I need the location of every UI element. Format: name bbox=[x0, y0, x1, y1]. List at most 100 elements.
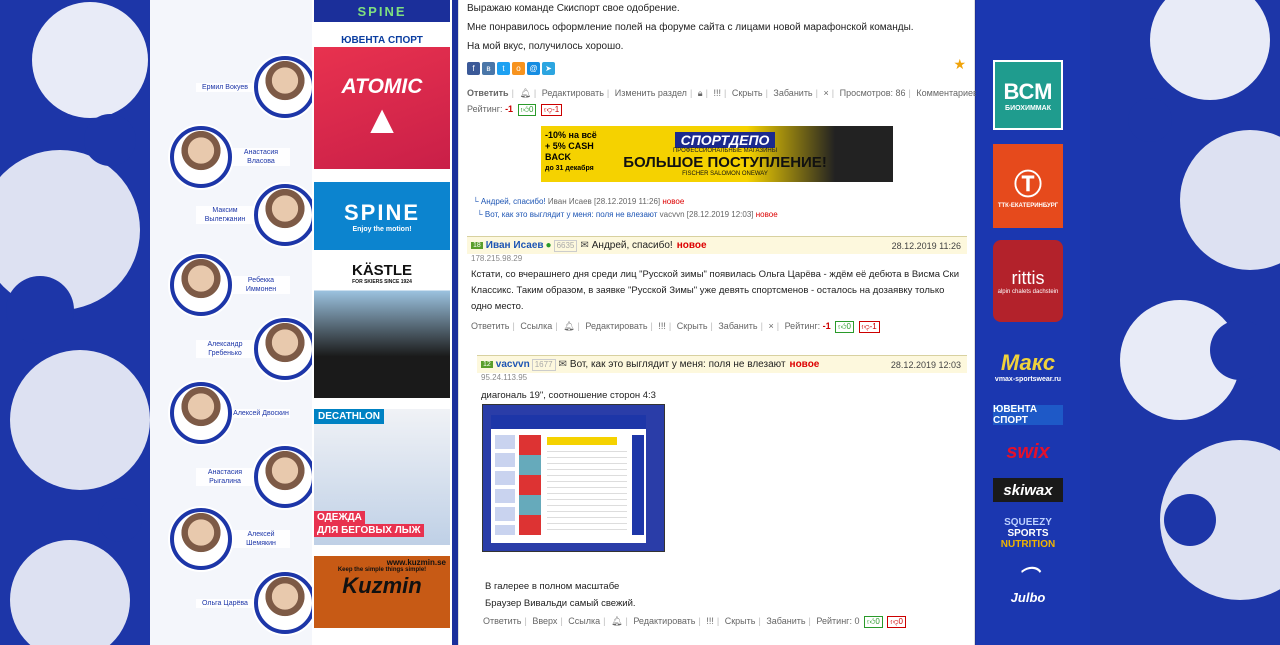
reply-link[interactable]: Ответить bbox=[471, 321, 509, 331]
atomic-logo-icon: ▲ bbox=[362, 98, 402, 142]
ad-atomic[interactable]: ATOMIC ▲ bbox=[314, 47, 450, 169]
banner-promo: -10% на всё + 5% CASH BACK до 31 декабря bbox=[541, 126, 615, 182]
ban-link[interactable]: Забанить bbox=[766, 616, 805, 626]
delete-link[interactable]: × bbox=[824, 88, 829, 98]
link-link[interactable]: Ссылка bbox=[520, 321, 552, 331]
sponsor-skiwax[interactable]: skiwax bbox=[993, 478, 1063, 502]
rating-minus-button[interactable]: 👎︎-1 bbox=[540, 104, 563, 116]
post-line: Выражаю команде Скиспорт свое одобрение. bbox=[467, 3, 680, 14]
athlete-photo bbox=[254, 184, 312, 246]
rating-value: -1 bbox=[505, 104, 514, 114]
bell-icon[interactable]: 🔔︎ bbox=[519, 88, 530, 98]
athlete-card[interactable]: Александр Гребенько bbox=[196, 318, 312, 380]
rating-plus-count: 0 bbox=[528, 105, 534, 114]
favorite-star-icon[interactable]: ★ bbox=[953, 56, 966, 73]
attached-screenshot[interactable] bbox=[482, 404, 665, 552]
twitter-share-icon[interactable]: t bbox=[497, 62, 510, 75]
report-link[interactable]: !!! bbox=[713, 88, 721, 98]
ad-decathlon[interactable]: DECATHLON ОДЕЖДА ДЛЯ БЕГОВЫХ ЛЫЖ bbox=[314, 409, 450, 545]
ad-decathlon-label: DECATHLON bbox=[314, 409, 385, 424]
banner-logo: СПОРТДЕПО bbox=[674, 131, 776, 148]
sponsor-squeezy[interactable]: SQUEEZY SPORTS NUTRITION bbox=[993, 515, 1063, 551]
athlete-photo bbox=[254, 572, 312, 634]
tree-item-title[interactable]: Вот, как это выглядит у меня: поля не вл… bbox=[485, 210, 658, 219]
ad-kastle[interactable]: KÄSTLE FOR SKIERS SINCE 1924 bbox=[314, 260, 450, 398]
vk-share-icon[interactable]: в bbox=[482, 62, 495, 75]
comment-author[interactable]: vacvvn bbox=[496, 359, 530, 370]
sponsors-column: ВСМ БИОХИММАК Ⓣ ТТК-ЕКАТЕРИНБУРГ rittis … bbox=[976, 0, 1090, 645]
hide-link[interactable]: Скрыть bbox=[725, 616, 756, 626]
sponsor-vmax[interactable]: Макс vmax-sportswear.ru bbox=[993, 338, 1063, 394]
tree-item-title[interactable]: Андрей, спасибо! bbox=[481, 197, 546, 206]
athlete-card[interactable]: Ермил Вокуев bbox=[196, 56, 312, 118]
reply-link[interactable]: Ответить bbox=[483, 616, 521, 626]
athlete-card[interactable]: Алексей Шемякин bbox=[170, 508, 290, 570]
comment-date: 28.12.2019 11:26 bbox=[891, 240, 961, 251]
lock-icon[interactable]: 🔒︎ bbox=[698, 88, 703, 98]
change-section-link[interactable]: Изменить раздел bbox=[615, 88, 687, 98]
rating-minus-count: -1 bbox=[869, 322, 877, 331]
sponsor-bcm[interactable]: ВСМ БИОХИММАК bbox=[993, 60, 1063, 130]
mailru-share-icon[interactable]: @ bbox=[527, 62, 540, 75]
comment-actions: Ответить | Вверх | Ссылка | 🔔︎ | Редактирова… bbox=[483, 616, 906, 628]
tree-item[interactable]: └ Андрей, спасибо! Иван Исаев [28.12.201… bbox=[473, 195, 778, 208]
athlete-card[interactable]: Анастасия Власова bbox=[170, 126, 290, 188]
edit-link[interactable]: Редактировать bbox=[585, 321, 647, 331]
odnoklassniki-share-icon[interactable]: о bbox=[512, 62, 525, 75]
folk-ornament bbox=[1120, 0, 1280, 600]
comment-body-line: Браузер Вивальди самый свежий. bbox=[485, 598, 636, 609]
athlete-name: Максим Вылегжанин bbox=[196, 206, 254, 224]
athlete-card[interactable]: Алексей Двоскин bbox=[170, 382, 290, 444]
telegram-share-icon[interactable]: ➤ bbox=[542, 62, 555, 75]
ad-spine-top[interactable]: SPINE bbox=[314, 0, 450, 22]
sponsor-julbo[interactable]: ⌒ Julbo bbox=[993, 564, 1063, 605]
hide-link[interactable]: Скрыть bbox=[732, 88, 763, 98]
sponsor-rittis[interactable]: rittis alpin chalets dachstein bbox=[993, 240, 1063, 322]
edit-link[interactable]: Редактировать bbox=[633, 616, 695, 626]
tree-item[interactable]: └ Вот, как это выглядит у меня: поля не … bbox=[473, 208, 778, 221]
facebook-share-icon[interactable]: f bbox=[467, 62, 480, 75]
mail-icon[interactable]: ✉ bbox=[580, 240, 588, 251]
ad-spine-top-label: SPINE bbox=[357, 3, 407, 19]
share-buttons: f в t о @ ➤ bbox=[467, 62, 974, 75]
athlete-card[interactable]: Ребекка Иммонен bbox=[170, 254, 290, 316]
comment2-footer-text: В галерее в полном масштабе Браузер Вива… bbox=[481, 574, 640, 616]
rating-value: 0 bbox=[854, 616, 860, 626]
bell-icon[interactable]: 🔔︎ bbox=[611, 616, 622, 626]
comment-header: 12 vacvvn 1677 ✉ Вот, как это выглядит у… bbox=[477, 355, 967, 373]
up-link[interactable]: Вверх bbox=[532, 616, 557, 626]
edit-link[interactable]: Редактировать bbox=[542, 88, 604, 98]
sportdepo-banner[interactable]: -10% на всё + 5% CASH BACK до 31 декабря… bbox=[541, 126, 893, 182]
hide-link[interactable]: Скрыть bbox=[677, 321, 708, 331]
mail-icon[interactable]: ✉ bbox=[559, 359, 567, 370]
rating-plus-button[interactable]: 👍︎0 bbox=[835, 321, 854, 333]
rating-minus-button[interactable]: 👎︎-1 bbox=[858, 321, 880, 333]
report-link[interactable]: !!! bbox=[706, 616, 714, 626]
sponsor-swix[interactable]: swix bbox=[993, 440, 1063, 464]
sponsor-ttk[interactable]: Ⓣ ТТК-ЕКАТЕРИНБУРГ bbox=[993, 144, 1063, 228]
athlete-card[interactable]: Максим Вылегжанин bbox=[196, 184, 312, 246]
banner-promo2: + 5% CASH BACK bbox=[545, 141, 594, 162]
ban-link[interactable]: Забанить bbox=[718, 321, 757, 331]
comment-author[interactable]: Иван Исаев bbox=[486, 240, 544, 251]
comment-tree: └ Андрей, спасибо! Иван Исаев [28.12.201… bbox=[473, 195, 778, 221]
rating-plus-button[interactable]: 👍︎0 bbox=[864, 616, 883, 628]
reply-link[interactable]: Ответить bbox=[467, 88, 509, 98]
post-body: Выражаю команде Скиспорт свое одобрение.… bbox=[467, 0, 974, 56]
rating-plus-button[interactable]: 👍︎0 bbox=[517, 104, 537, 116]
ban-link[interactable]: Забанить bbox=[773, 88, 812, 98]
ad-yugenta[interactable]: ЮВЕНТА СПОРТ bbox=[314, 33, 450, 47]
rating-minus-button[interactable]: 👎︎0 bbox=[887, 616, 906, 628]
report-link[interactable]: !!! bbox=[658, 321, 666, 331]
ad-kastle-tagline: FOR SKIERS SINCE 1924 bbox=[352, 279, 412, 285]
rating-plus-count: 0 bbox=[846, 322, 851, 331]
sponsor-yugenta[interactable]: ЮВЕНТА СПОРТ bbox=[993, 404, 1063, 426]
ad-spine[interactable]: SPINE Enjoy the motion! bbox=[314, 182, 450, 250]
athlete-card[interactable]: Анастасия Рыгалина bbox=[196, 446, 312, 508]
delete-link[interactable]: × bbox=[768, 321, 773, 331]
ad-kuzmin[interactable]: www.kuzmin.se Keep the simple things sim… bbox=[314, 556, 450, 628]
link-link[interactable]: Ссылка bbox=[568, 616, 600, 626]
athlete-card[interactable]: Ольга Царёва bbox=[196, 572, 312, 634]
bell-icon[interactable]: 🔔︎ bbox=[563, 321, 574, 331]
screenshot-content bbox=[491, 415, 646, 543]
